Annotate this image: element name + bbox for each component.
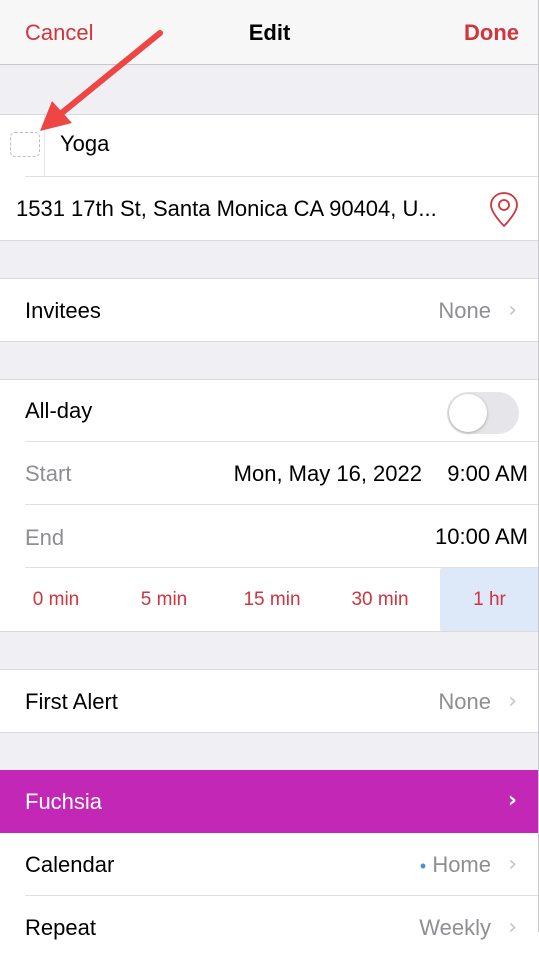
calendar-dot-icon: • — [419, 856, 427, 876]
invitees-value: None — [438, 298, 491, 323]
duration-30min[interactable]: 30 min — [326, 568, 434, 631]
chevron-right-icon: › — [508, 689, 517, 714]
done-button[interactable]: Done — [464, 20, 519, 46]
location-pin-icon[interactable] — [487, 191, 521, 234]
duration-15min[interactable]: 15 min — [218, 568, 326, 631]
start-date[interactable]: Mon, May 16, 2022 — [234, 461, 422, 487]
end-label: End — [25, 525, 65, 550]
first-alert-row[interactable]: First Alert None › — [0, 669, 539, 733]
start-row[interactable]: Start Mon, May 16, 2022 9:00 AM — [0, 442, 539, 505]
first-alert-value: None — [438, 689, 491, 714]
allday-toggle[interactable] — [447, 392, 519, 434]
allday-row: All-day — [0, 379, 539, 442]
nav-bar: Cancel Edit Done — [0, 0, 539, 65]
invitees-label: Invitees — [25, 298, 101, 323]
toggle-knob — [449, 394, 487, 432]
end-time[interactable]: 10:00 AM — [435, 524, 528, 550]
calendar-row[interactable]: Calendar • Home › — [0, 833, 539, 896]
repeat-label: Repeat — [25, 915, 96, 940]
repeat-value: Weekly — [419, 915, 491, 940]
chevron-right-icon: › — [507, 788, 517, 813]
chevron-right-icon: › — [508, 298, 517, 323]
calendar-label: Calendar — [25, 852, 115, 877]
end-row[interactable]: End 10:00 AM — [0, 505, 539, 568]
title-row: Yoga — [0, 114, 539, 177]
duration-row: 0 min 5 min 15 min 30 min 1 hr — [0, 568, 539, 632]
calendar-value-text: Home — [432, 852, 491, 877]
start-time[interactable]: 9:00 AM — [447, 461, 528, 487]
location-row: 1531 17th St, Santa Monica CA 90404, U..… — [0, 177, 539, 241]
color-label: Fuchsia — [25, 789, 103, 814]
calendar-value: • Home — [420, 852, 491, 878]
duration-1hr[interactable]: 1 hr — [440, 568, 539, 631]
allday-label: All-day — [25, 398, 93, 423]
event-checkbox[interactable] — [10, 132, 40, 157]
invitees-row[interactable]: Invitees None › — [0, 278, 539, 342]
chevron-right-icon: › — [508, 852, 517, 877]
repeat-row[interactable]: Repeat Weekly › — [0, 896, 539, 959]
chevron-right-icon: › — [508, 915, 517, 940]
first-alert-label: First Alert — [25, 689, 118, 714]
duration-0min[interactable]: 0 min — [2, 568, 110, 631]
divider — [44, 115, 45, 177]
start-label: Start — [25, 461, 72, 486]
page-title: Edit — [248, 20, 291, 45]
location-field[interactable]: 1531 17th St, Santa Monica CA 90404, U..… — [16, 196, 437, 222]
duration-5min[interactable]: 5 min — [110, 568, 218, 631]
color-row[interactable]: Fuchsia › — [0, 770, 539, 833]
event-title-field[interactable]: Yoga — [60, 131, 109, 157]
